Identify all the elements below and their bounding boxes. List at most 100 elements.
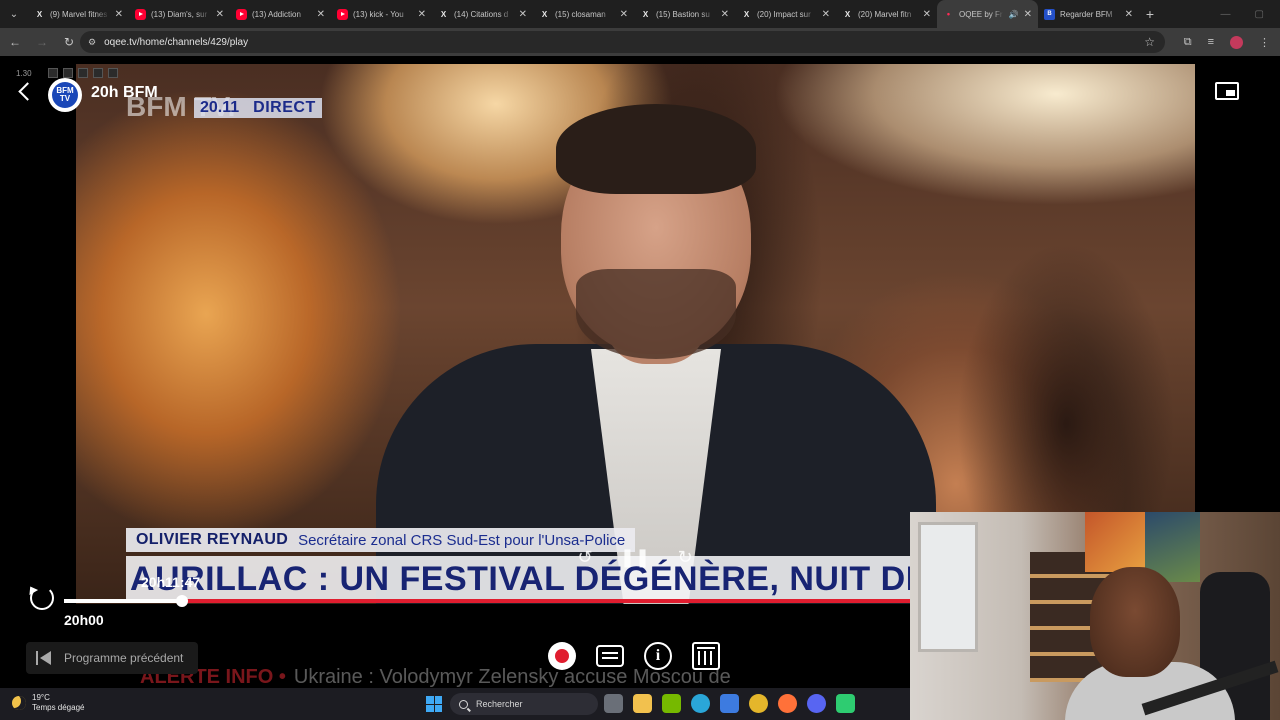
browser-tab[interactable]: (13) kick - You ✕	[331, 0, 432, 28]
moon-icon	[12, 696, 26, 710]
menu-dots-icon[interactable]: ⋮	[1259, 36, 1270, 49]
window-controls: — ▢	[1221, 9, 1280, 20]
extensions-icon[interactable]: ⧉	[1184, 36, 1192, 49]
progress-played	[64, 599, 183, 603]
url-text: oqee.tv/home/channels/429/play	[104, 36, 249, 48]
square-icon[interactable]	[108, 68, 118, 78]
profile-avatar[interactable]	[1230, 35, 1243, 49]
search-label: Rechercher	[476, 699, 523, 709]
program-guide-icon[interactable]	[692, 642, 720, 670]
new-tab-button[interactable]: +	[1139, 0, 1161, 28]
address-bar[interactable]: ⚙ oqee.tv/home/channels/429/play ☆	[80, 31, 1165, 53]
close-tab-icon[interactable]: ✕	[1024, 9, 1032, 20]
previous-program-label: Programme précédent	[64, 651, 184, 665]
close-tab-icon[interactable]: ✕	[317, 9, 325, 20]
browser-tab[interactable]: • OQEE by Fr 🔊 ✕	[937, 0, 1038, 28]
youtube-icon	[236, 8, 247, 20]
streamer	[1090, 567, 1180, 677]
previous-program-button[interactable]: Programme précédent	[26, 642, 198, 674]
weather-temperature: 19°C	[32, 693, 50, 702]
browser-tab[interactable]: X (9) Marvel fitnes ✕	[28, 0, 129, 28]
browser-tab[interactable]: X (20) Impact sur ✕	[735, 0, 836, 28]
chrome-icon[interactable]	[749, 694, 768, 713]
square-icon[interactable]	[93, 68, 103, 78]
tab-title: (15) Bastion su	[656, 9, 710, 19]
maximize-icon[interactable]: ▢	[1255, 9, 1264, 20]
guest-name: OLIVIER REYNAUD	[136, 531, 289, 548]
close-tab-icon[interactable]: ✕	[620, 9, 628, 20]
toolbar-right: ⧉ ≡ ⋮	[1184, 28, 1280, 56]
square-icon[interactable]	[78, 68, 88, 78]
browser-tab-strip: ⌄ X (9) Marvel fitnes ✕ (13) Diam's, sur ✕ (1…	[0, 0, 1280, 28]
file-explorer-icon[interactable]	[633, 694, 652, 713]
weather-widget[interactable]: 19°C Temps dégagé	[12, 693, 84, 713]
restart-program-icon[interactable]	[30, 586, 54, 610]
close-tab-icon[interactable]: ✕	[721, 9, 729, 20]
app-icon[interactable]	[836, 694, 855, 713]
close-tab-icon[interactable]: ✕	[216, 9, 224, 20]
youtube-icon	[135, 8, 146, 20]
x-icon: X	[642, 9, 649, 19]
browser-tab[interactable]: (13) Addiction ✕	[230, 0, 331, 28]
close-tab-icon[interactable]: ✕	[1125, 9, 1133, 20]
program-start-time: 20h00	[64, 612, 104, 628]
taskbar-search[interactable]: Rechercher	[450, 693, 598, 715]
square-icon[interactable]	[63, 68, 73, 78]
browser-tab[interactable]: (13) Diam's, sur ✕	[129, 0, 230, 28]
store-icon[interactable]	[720, 694, 739, 713]
bfm-icon: B	[1044, 8, 1055, 20]
tab-title: OQEE by Fr	[959, 9, 1003, 19]
browser-tab[interactable]: X (14) Citations d ✕	[432, 0, 533, 28]
close-tab-icon[interactable]: ✕	[418, 9, 426, 20]
discord-icon[interactable]	[807, 694, 826, 713]
browser-tab[interactable]: X (20) Marvel fitn ✕	[836, 0, 937, 28]
live-banner: 20.11 DIRECT	[194, 98, 322, 118]
browser-tab[interactable]: B Regarder BFM ✕	[1038, 0, 1139, 28]
player-back-icon[interactable]	[16, 82, 36, 102]
browser-tab[interactable]: X (15) closaman ✕	[533, 0, 634, 28]
edge-icon[interactable]	[691, 694, 710, 713]
close-tab-icon[interactable]: ✕	[115, 9, 123, 20]
record-icon[interactable]	[548, 642, 576, 670]
task-view-icon[interactable]	[604, 694, 623, 713]
nvidia-icon[interactable]	[662, 694, 681, 713]
audio-playing-icon[interactable]: 🔊	[1009, 10, 1019, 19]
progress-bar[interactable]	[64, 595, 910, 607]
forward-arrow-icon[interactable]: →	[30, 30, 54, 54]
info-icon[interactable]: i	[644, 642, 672, 670]
bookmark-star-icon[interactable]: ☆	[1144, 35, 1155, 49]
debug-toolbar	[48, 68, 118, 78]
reload-icon[interactable]: ↻	[57, 30, 81, 54]
tab-title: (14) Citations d	[454, 9, 509, 19]
windows-start-icon[interactable]	[426, 696, 442, 712]
close-tab-icon[interactable]: ✕	[923, 9, 931, 20]
tab-list: X (9) Marvel fitnes ✕ (13) Diam's, sur ✕ (13)…	[28, 0, 1139, 28]
guest-lower-third: OLIVIER REYNAUD Secrétaire zonal CRS Sud…	[126, 528, 636, 552]
x-icon: X	[743, 9, 750, 19]
youtube-icon	[337, 8, 348, 20]
rewind-10-icon[interactable]: ↺	[574, 546, 596, 568]
tab-title: (9) Marvel fitnes	[50, 9, 108, 19]
close-tab-icon[interactable]: ✕	[519, 9, 527, 20]
progress-handle[interactable]	[176, 595, 189, 607]
x-icon: X	[440, 9, 447, 19]
site-settings-icon[interactable]: ⚙	[88, 37, 96, 48]
minimize-icon[interactable]: —	[1221, 9, 1231, 20]
headline-banner: AURILLAC : UN FESTIVAL DÉGÉNÈRE, NUIT DE…	[126, 556, 916, 602]
square-icon[interactable]	[48, 68, 58, 78]
skip-previous-icon	[36, 651, 52, 665]
media-controls-icon[interactable]: ≡	[1208, 36, 1214, 48]
pause-icon[interactable]: ❚❚	[620, 546, 650, 568]
browser-tab[interactable]: X (15) Bastion su ✕	[634, 0, 735, 28]
tab-search-icon[interactable]: ⌄	[0, 0, 28, 28]
tab-title: (15) closaman	[555, 9, 606, 19]
subtitles-icon[interactable]	[596, 645, 624, 667]
back-arrow-icon[interactable]: ←	[3, 30, 27, 54]
firefox-icon[interactable]	[778, 694, 797, 713]
picture-in-picture-icon[interactable]	[1215, 82, 1239, 100]
close-tab-icon[interactable]: ✕	[822, 9, 830, 20]
headline-text: AURILLAC : UN FESTIVAL DÉGÉNÈRE, NUIT DE…	[130, 559, 916, 598]
forward-10-icon[interactable]: ↻	[674, 546, 696, 568]
tab-title: (20) Marvel fitn	[858, 9, 912, 19]
webcam-overlay	[910, 512, 1280, 720]
